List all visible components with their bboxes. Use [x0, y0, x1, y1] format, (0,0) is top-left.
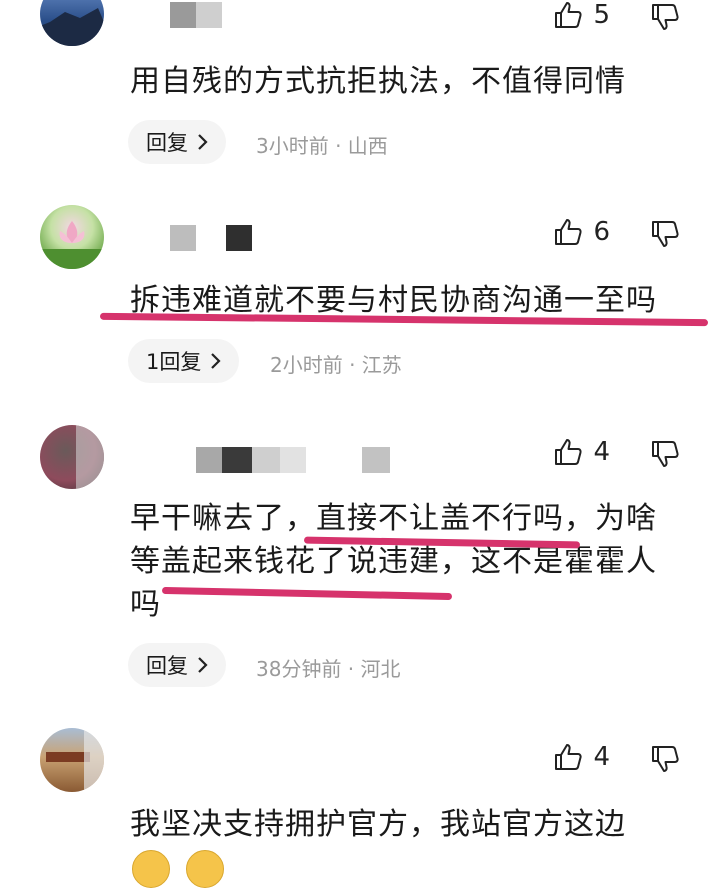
comment-text: 我坚决支持拥护官方，我站官方这边 [130, 807, 626, 842]
thumbs-down-icon [652, 746, 679, 772]
comment-meta: 38分钟前 · 河北 [256, 657, 401, 681]
thumbs-down-icon [652, 441, 679, 467]
dislike-button[interactable] [650, 744, 680, 778]
thumbs-down-icon [652, 221, 679, 247]
thumbs-up-icon [555, 2, 583, 28]
avatar[interactable] [40, 0, 104, 46]
dislike-button[interactable] [650, 219, 680, 253]
avatar[interactable] [40, 205, 104, 269]
chevron-right-icon [198, 134, 208, 150]
username-redacted [196, 447, 390, 473]
dislike-button[interactable] [650, 439, 680, 473]
emoji-icon [186, 850, 224, 888]
thumbs-up-icon [555, 439, 583, 465]
avatar-image [46, 728, 104, 792]
thumbs-down-icon [652, 4, 679, 30]
reply-label: 回复 [146, 131, 188, 155]
like-button[interactable]: 4 [553, 437, 610, 467]
reply-label: 回复 [146, 654, 188, 678]
avatar[interactable] [40, 425, 104, 489]
reply-button[interactable]: 回复 [128, 643, 226, 687]
comment-text-line-1: 早干嘛去了，直接不让盖不行吗，为啥 [130, 501, 657, 536]
reply-button[interactable]: 1回复 [128, 339, 240, 383]
like-count: 4 [593, 742, 610, 772]
username-redacted [170, 2, 222, 28]
like-button[interactable]: 5 [553, 0, 610, 30]
thumbs-up-icon [555, 744, 583, 770]
like-count: 6 [593, 217, 610, 247]
like-count: 5 [593, 0, 610, 30]
like-button[interactable]: 6 [553, 217, 610, 247]
like-count: 4 [593, 437, 610, 467]
comment-meta: 3小时前 · 山西 [256, 134, 388, 158]
comment-text: 用自残的方式抗拒执法，不值得同情 [130, 64, 626, 99]
avatar-image [76, 425, 104, 489]
avatar-image [40, 8, 104, 46]
username-redacted [170, 742, 210, 768]
thumbs-up-icon [555, 219, 583, 245]
emoji-icon [132, 850, 170, 888]
lotus-image [40, 221, 104, 269]
like-button[interactable]: 4 [553, 742, 610, 772]
chevron-right-icon [198, 657, 208, 673]
reply-button[interactable]: 回复 [128, 120, 226, 164]
chevron-right-icon [211, 353, 221, 369]
avatar[interactable] [40, 728, 104, 792]
comment-text-line-2: 等盖起来钱花了说违建，这不是霍霍人 [130, 544, 657, 579]
dislike-button[interactable] [650, 2, 680, 36]
username-redacted [170, 225, 252, 251]
reply-label: 1回复 [146, 350, 202, 374]
comment-meta: 2小时前 · 江苏 [270, 353, 402, 377]
